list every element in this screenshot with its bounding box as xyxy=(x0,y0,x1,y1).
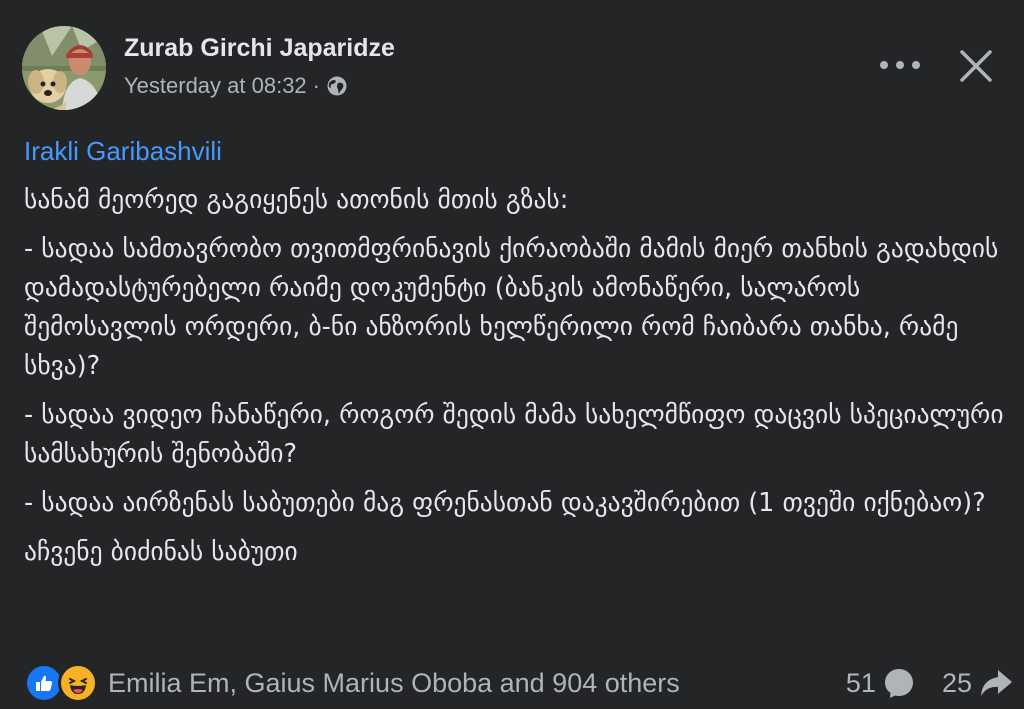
close-icon xyxy=(960,50,992,82)
reactions-summary[interactable]: Emilia Em, Gaius Marius Oboba and 904 ot… xyxy=(24,663,680,703)
author-block: Zurab Girchi Japaridze Yesterday at 08:3… xyxy=(124,33,395,99)
post-content: Irakli Garibashvili სანამ მეორედ გაგიყენ… xyxy=(24,132,1004,582)
comment-icon xyxy=(884,669,913,698)
post-footer: Emilia Em, Gaius Marius Oboba and 904 ot… xyxy=(24,660,1014,706)
post-paragraph: - სადაა სამთავრობო თვითმფრინავის ქირაობა… xyxy=(24,234,999,381)
comments-count-button[interactable]: 51 xyxy=(846,666,916,700)
mention-link[interactable]: Irakli Garibashvili xyxy=(24,132,1004,171)
post-meta: Yesterday at 08:32 · xyxy=(124,73,395,99)
comments-count: 51 xyxy=(845,667,876,698)
shares-count: 25 xyxy=(941,667,972,698)
haha-icon xyxy=(58,663,98,703)
post-paragraph: - სადაა ვიდეო ჩანაწერი, როგორ შედის მამა… xyxy=(24,400,1004,469)
meta-separator: · xyxy=(312,73,320,98)
post-paragraph: სანამ მეორედ გაგიყენეს ათონის მთის გზას: xyxy=(24,185,569,215)
post-paragraph: აჩვენე ბიძინას საბუთი xyxy=(24,537,298,567)
share-icon xyxy=(981,670,1012,696)
shares-count-button[interactable]: 25 xyxy=(942,666,1014,700)
reactors-text[interactable]: Emilia Em, Gaius Marius Oboba and 904 ot… xyxy=(108,668,680,699)
author-name[interactable]: Zurab Girchi Japaridze xyxy=(124,33,395,63)
engagement-counts: 51 25 xyxy=(846,666,1014,700)
post-timestamp[interactable]: Yesterday at 08:32 xyxy=(124,73,307,99)
close-button[interactable] xyxy=(956,46,996,86)
post-paragraph: - სადაა აირზენას საბუთები მაგ ფრენასთან … xyxy=(24,488,986,518)
more-options-button[interactable] xyxy=(880,50,920,80)
post-header: Zurab Girchi Japaridze Yesterday at 08:3… xyxy=(22,26,395,110)
more-dot-icon xyxy=(912,61,920,69)
post-card: Zurab Girchi Japaridze Yesterday at 08:3… xyxy=(0,0,1024,709)
globe-icon[interactable] xyxy=(326,75,348,97)
avatar[interactable] xyxy=(22,26,106,110)
more-dot-icon xyxy=(880,61,888,69)
more-dot-icon xyxy=(896,61,904,69)
